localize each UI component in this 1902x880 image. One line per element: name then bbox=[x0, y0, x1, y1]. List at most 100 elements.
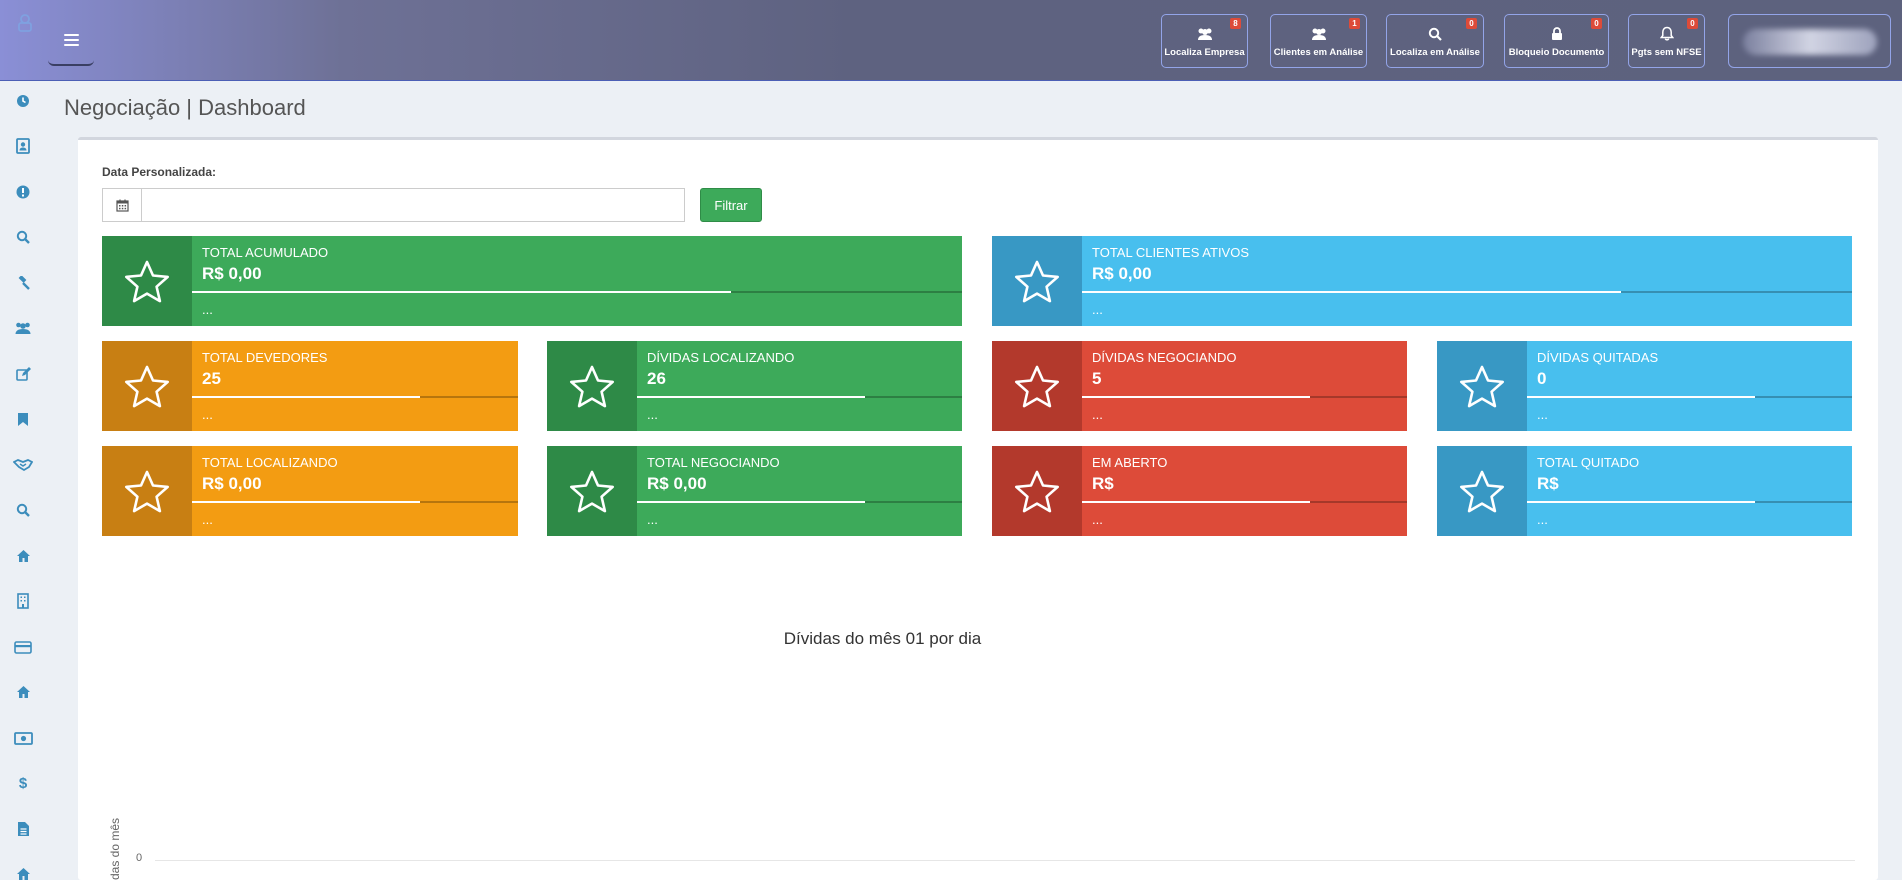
card-total-devedores: TOTAL DEVEDORES 25 ... bbox=[102, 341, 518, 431]
card-title: DÍVIDAS LOCALIZANDO bbox=[647, 350, 795, 365]
card-progress bbox=[1527, 396, 1852, 398]
lock-icon bbox=[1551, 25, 1563, 43]
header-button-label: Clientes em Análise bbox=[1273, 46, 1364, 58]
card-description: ... bbox=[202, 512, 213, 527]
card-em-aberto: EM ABERTO R$ ... bbox=[992, 446, 1407, 536]
star-icon bbox=[1015, 260, 1059, 303]
users-icon bbox=[15, 322, 31, 334]
gavel-icon bbox=[18, 275, 30, 290]
date-range-input[interactable] bbox=[142, 189, 684, 221]
page-title: Negociação | Dashboard bbox=[64, 95, 306, 120]
card-value: R$ bbox=[1092, 474, 1114, 493]
header-button-bloqueio-documento[interactable]: Bloqueio Documento 0 bbox=[1504, 14, 1609, 68]
user-lock-icon[interactable] bbox=[14, 12, 36, 34]
edit-icon bbox=[15, 367, 31, 381]
sidebar-item-home-2[interactable] bbox=[0, 677, 46, 707]
card-description: ... bbox=[202, 302, 213, 317]
sidebar-item-home[interactable] bbox=[0, 541, 46, 571]
notification-badge: 1 bbox=[1349, 18, 1360, 29]
header-button-localiza-empresa[interactable]: Localiza Empresa 8 bbox=[1161, 14, 1248, 68]
card-description: ... bbox=[1092, 512, 1103, 527]
card-value: R$ 0,00 bbox=[647, 474, 707, 493]
card-progress bbox=[192, 396, 518, 398]
card-value: 0 bbox=[1537, 369, 1547, 388]
card-title: TOTAL QUITADO bbox=[1537, 455, 1640, 470]
card-progress bbox=[1082, 291, 1852, 293]
users-icon bbox=[1310, 25, 1328, 43]
sidebar: $ bbox=[0, 81, 46, 880]
card-total-clientes-ativos: TOTAL CLIENTES ATIVOS R$ 0,00 ... bbox=[992, 236, 1852, 326]
card-title: TOTAL NEGOCIANDO bbox=[647, 455, 780, 470]
sidebar-item-money[interactable] bbox=[0, 723, 46, 753]
card-description: ... bbox=[1092, 407, 1103, 422]
date-filter-label: Data Personalizada: bbox=[102, 165, 217, 179]
card-title: EM ABERTO bbox=[1092, 455, 1168, 470]
sidebar-item-finance[interactable]: $ bbox=[0, 768, 46, 798]
header-button-label: Bloqueio Documento bbox=[1508, 46, 1605, 58]
card-progress bbox=[192, 291, 962, 293]
sidebar-item-search[interactable] bbox=[0, 222, 46, 252]
card-total-acumulado: TOTAL ACUMULADO R$ 0,00 ... bbox=[102, 236, 962, 326]
hamburger-icon bbox=[63, 34, 79, 46]
sidebar-item-payments[interactable] bbox=[0, 632, 46, 662]
star-icon bbox=[570, 470, 614, 513]
card-description: ... bbox=[202, 407, 213, 422]
chart-x-axis-line bbox=[155, 860, 1855, 861]
sidebar-item-contacts[interactable] bbox=[0, 131, 46, 161]
star-icon bbox=[570, 365, 614, 408]
sidebar-item-search-2[interactable] bbox=[0, 495, 46, 525]
sidebar-item-dashboard[interactable] bbox=[0, 86, 46, 116]
card-title: DÍVIDAS QUITADAS bbox=[1537, 350, 1659, 365]
money-icon bbox=[13, 731, 33, 745]
card-title: DÍVIDAS NEGOCIANDO bbox=[1092, 350, 1237, 365]
notification-badge: 0 bbox=[1466, 18, 1477, 29]
card-dividas-negociando: DÍVIDAS NEGOCIANDO 5 ... bbox=[992, 341, 1407, 431]
header-button-pgts-sem-nfse[interactable]: Pgts sem NFSE 0 bbox=[1628, 14, 1705, 68]
sidebar-item-negotiation[interactable] bbox=[0, 450, 46, 480]
notification-badge: 0 bbox=[1687, 18, 1698, 29]
card-value: 5 bbox=[1092, 369, 1102, 388]
dollar-icon: $ bbox=[19, 775, 28, 791]
sidebar-item-building[interactable] bbox=[0, 586, 46, 616]
sidebar-item-alerts[interactable] bbox=[0, 177, 46, 207]
star-icon bbox=[125, 260, 169, 303]
card-title: TOTAL CLIENTES ATIVOS bbox=[1092, 245, 1250, 260]
card-progress bbox=[1082, 396, 1407, 398]
card-description: ... bbox=[1537, 407, 1548, 422]
header-button-label: Localiza em Análise bbox=[1390, 46, 1480, 58]
card-dividas-localizando: DÍVIDAS LOCALIZANDO 26 ... bbox=[547, 341, 962, 431]
header-button-localiza-em-analise[interactable]: Localiza em Análise 0 bbox=[1386, 14, 1484, 68]
card-value: R$ bbox=[1537, 474, 1559, 493]
star-icon bbox=[125, 365, 169, 408]
home-icon bbox=[16, 868, 30, 880]
card-total-quitado: TOTAL QUITADO R$ ... bbox=[1437, 446, 1852, 536]
card-total-localizando: TOTAL LOCALIZANDO R$ 0,00 ... bbox=[102, 446, 518, 536]
card-value: R$ 0,00 bbox=[202, 474, 262, 493]
card-description: ... bbox=[1537, 512, 1548, 527]
card-title: TOTAL DEVEDORES bbox=[202, 350, 328, 365]
user-menu[interactable] bbox=[1728, 14, 1891, 68]
star-icon bbox=[1015, 365, 1059, 408]
search-icon bbox=[16, 503, 30, 517]
header-button-label: Localiza Empresa bbox=[1164, 46, 1245, 58]
sidebar-item-documents[interactable] bbox=[0, 814, 46, 844]
header-button-clientes-em-analise[interactable]: Clientes em Análise 1 bbox=[1270, 14, 1367, 68]
card-title: TOTAL ACUMULADO bbox=[202, 245, 329, 260]
card-progress bbox=[192, 501, 518, 503]
sidebar-item-users[interactable] bbox=[0, 313, 46, 343]
sidebar-item-bookmarks[interactable] bbox=[0, 404, 46, 434]
search-icon bbox=[1428, 25, 1442, 43]
sidebar-item-legal[interactable] bbox=[0, 268, 46, 298]
sidebar-item-home-3[interactable] bbox=[0, 859, 46, 880]
card-value: 25 bbox=[202, 369, 221, 388]
calendar-icon[interactable] bbox=[103, 189, 142, 221]
sidebar-toggle-button[interactable] bbox=[48, 16, 94, 66]
sidebar-item-edit[interactable] bbox=[0, 359, 46, 389]
filter-button[interactable]: Filtrar bbox=[700, 188, 762, 222]
top-navbar: Localiza Empresa 8 Clientes em Análise 1… bbox=[0, 0, 1902, 81]
card-description: ... bbox=[1092, 302, 1103, 317]
card-dividas-quitadas: DÍVIDAS QUITADAS 0 ... bbox=[1437, 341, 1852, 431]
card-value: R$ 0,00 bbox=[1092, 264, 1152, 283]
home-icon bbox=[16, 686, 30, 698]
search-icon bbox=[16, 230, 30, 244]
